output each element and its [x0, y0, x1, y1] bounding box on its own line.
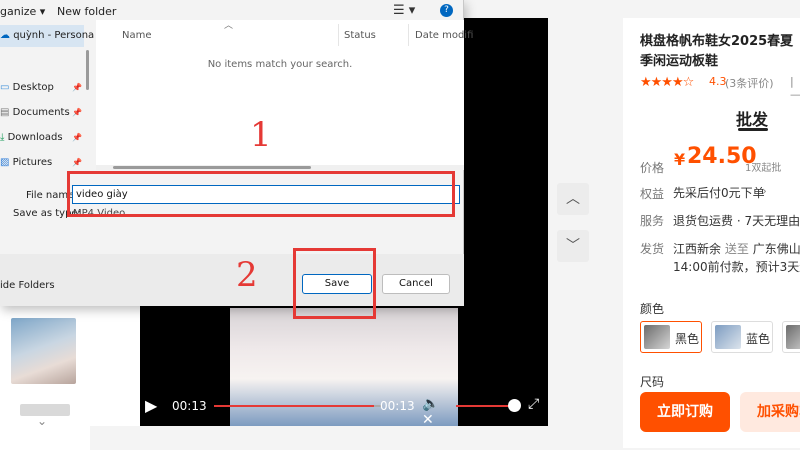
color-swatch-image [644, 325, 670, 349]
nav-item-label: Desktop [12, 82, 54, 93]
pictures-icon: ▨ [0, 157, 10, 168]
color-option[interactable]: 黑色 [640, 321, 702, 353]
play-icon[interactable]: ▶ [145, 396, 163, 416]
volume-slider-knob[interactable] [508, 399, 521, 412]
color-option[interactable] [782, 321, 800, 353]
color-swatch-image [715, 325, 741, 349]
nav-item-label: Documents [12, 107, 70, 118]
service-label: 服务 [640, 214, 665, 228]
chevron-down-icon: ﹀ [566, 238, 580, 254]
rights-label: 权益 [640, 187, 665, 201]
cloud-icon: ☁ [0, 30, 10, 41]
annotation-number-1: 1 [250, 115, 272, 155]
nav-item-onedrive[interactable]: ☁ quỳnh - Persona [0, 30, 94, 41]
pin-icon: 📌 [72, 108, 82, 117]
new-folder-button[interactable]: New folder [57, 5, 116, 18]
column-header-date[interactable]: Date modifi [415, 30, 473, 41]
empty-list-message: No items match your search. [207, 59, 353, 70]
size-label: 尺码 [640, 375, 665, 389]
pin-icon: 📌 [72, 158, 82, 167]
tab-wholesale[interactable]: 批发 [736, 106, 768, 130]
video-current-time: 00:13 [172, 399, 207, 413]
hide-folders-toggle[interactable]: ide Folders [0, 280, 55, 291]
service-value: 退货包运费 · 7天无理由退 [673, 214, 800, 228]
nav-scrollbar[interactable] [86, 50, 89, 90]
ship-to-location[interactable]: 广东佛山 [753, 242, 800, 256]
rating-value: 4.3 [709, 75, 727, 88]
price-label: 价格 [640, 161, 665, 175]
shipping-estimate: 14:00前付款，预计3天送达 [673, 260, 800, 274]
shipping-label: 发货 [640, 242, 665, 256]
organize-menu[interactable]: ganize ▾ [0, 5, 45, 18]
rights-value[interactable]: 先采后付0元下单 [673, 184, 765, 201]
minimum-order: 1双起批 [745, 163, 782, 174]
gallery-thumbnail[interactable] [11, 318, 76, 384]
annotation-box-save [293, 248, 376, 319]
nav-item-label: Downloads [7, 132, 63, 143]
horizontal-scrollbar-thumb[interactable] [113, 166, 311, 169]
video-progress-bar[interactable] [214, 405, 375, 407]
shipping-route: 江西新余 送至 广东佛山 [673, 240, 800, 257]
column-separator[interactable] [338, 24, 339, 46]
desktop-icon: ▭ [0, 82, 10, 93]
add-to-cart-button[interactable]: 加采购车 [740, 392, 800, 432]
documents-icon: ▤ [0, 107, 10, 118]
chevron-down-icon[interactable]: ⌄ [30, 414, 54, 428]
help-icon[interactable]: ? [440, 4, 453, 17]
chevron-right-icon[interactable]: › [762, 184, 767, 198]
gallery-gap [90, 300, 140, 426]
volume-muted-icon[interactable]: 🔈✕ [422, 396, 448, 428]
column-header-name[interactable]: Name [122, 30, 152, 41]
pin-icon: 📌 [72, 83, 82, 92]
tab-underline [738, 128, 768, 131]
color-option[interactable]: 蓝色 [711, 321, 773, 353]
color-option-label: 黑色 [675, 332, 700, 346]
video-duration: 00:13 [380, 399, 415, 413]
volume-slider[interactable] [456, 405, 511, 407]
buy-now-button[interactable]: 立即订购 [640, 392, 730, 432]
rating-stars: ★★★★☆ [640, 75, 694, 90]
product-title: 棋盘格帆布鞋女2025春夏季闲运动板鞋 [640, 34, 794, 69]
column-header-status[interactable]: Status [344, 30, 376, 41]
color-swatch-image [786, 325, 800, 349]
color-label: 颜色 [640, 302, 665, 316]
nav-item-label: quỳnh - Persona [13, 30, 95, 41]
sort-up-icon: ︿ [224, 21, 234, 31]
nav-item-pictures[interactable]: ▨ Pictures [0, 157, 52, 168]
next-media-button[interactable]: ﹀ [557, 230, 589, 262]
fullscreen-icon[interactable]: ⤢ [528, 396, 546, 416]
currency-symbol: ¥ [674, 150, 686, 169]
rating-separator: |— [790, 75, 800, 101]
view-menu-icon[interactable]: ☰ ▾ [393, 3, 415, 18]
nav-item-label: Pictures [12, 157, 53, 168]
download-icon: ⤓ [0, 132, 5, 143]
nav-item-desktop[interactable]: ▭ Desktop [0, 82, 54, 93]
previous-media-button[interactable]: ︿ [557, 183, 589, 215]
annotation-number-2: 2 [236, 255, 258, 295]
review-count-link[interactable]: (3条评价) [725, 75, 774, 91]
nav-item-downloads[interactable]: ⤓ Downloads [0, 132, 63, 143]
ship-from: 江西新余 [673, 242, 722, 256]
annotation-box-filename [67, 171, 455, 217]
cancel-button[interactable]: Cancel [382, 274, 450, 294]
chevron-up-icon: ︿ [566, 191, 580, 207]
column-separator[interactable] [408, 24, 409, 46]
pin-icon: 📌 [72, 133, 82, 142]
color-option-label: 蓝色 [746, 332, 771, 346]
nav-item-documents[interactable]: ▤ Documents [0, 107, 70, 118]
ship-to-label: 送至 [724, 242, 749, 256]
